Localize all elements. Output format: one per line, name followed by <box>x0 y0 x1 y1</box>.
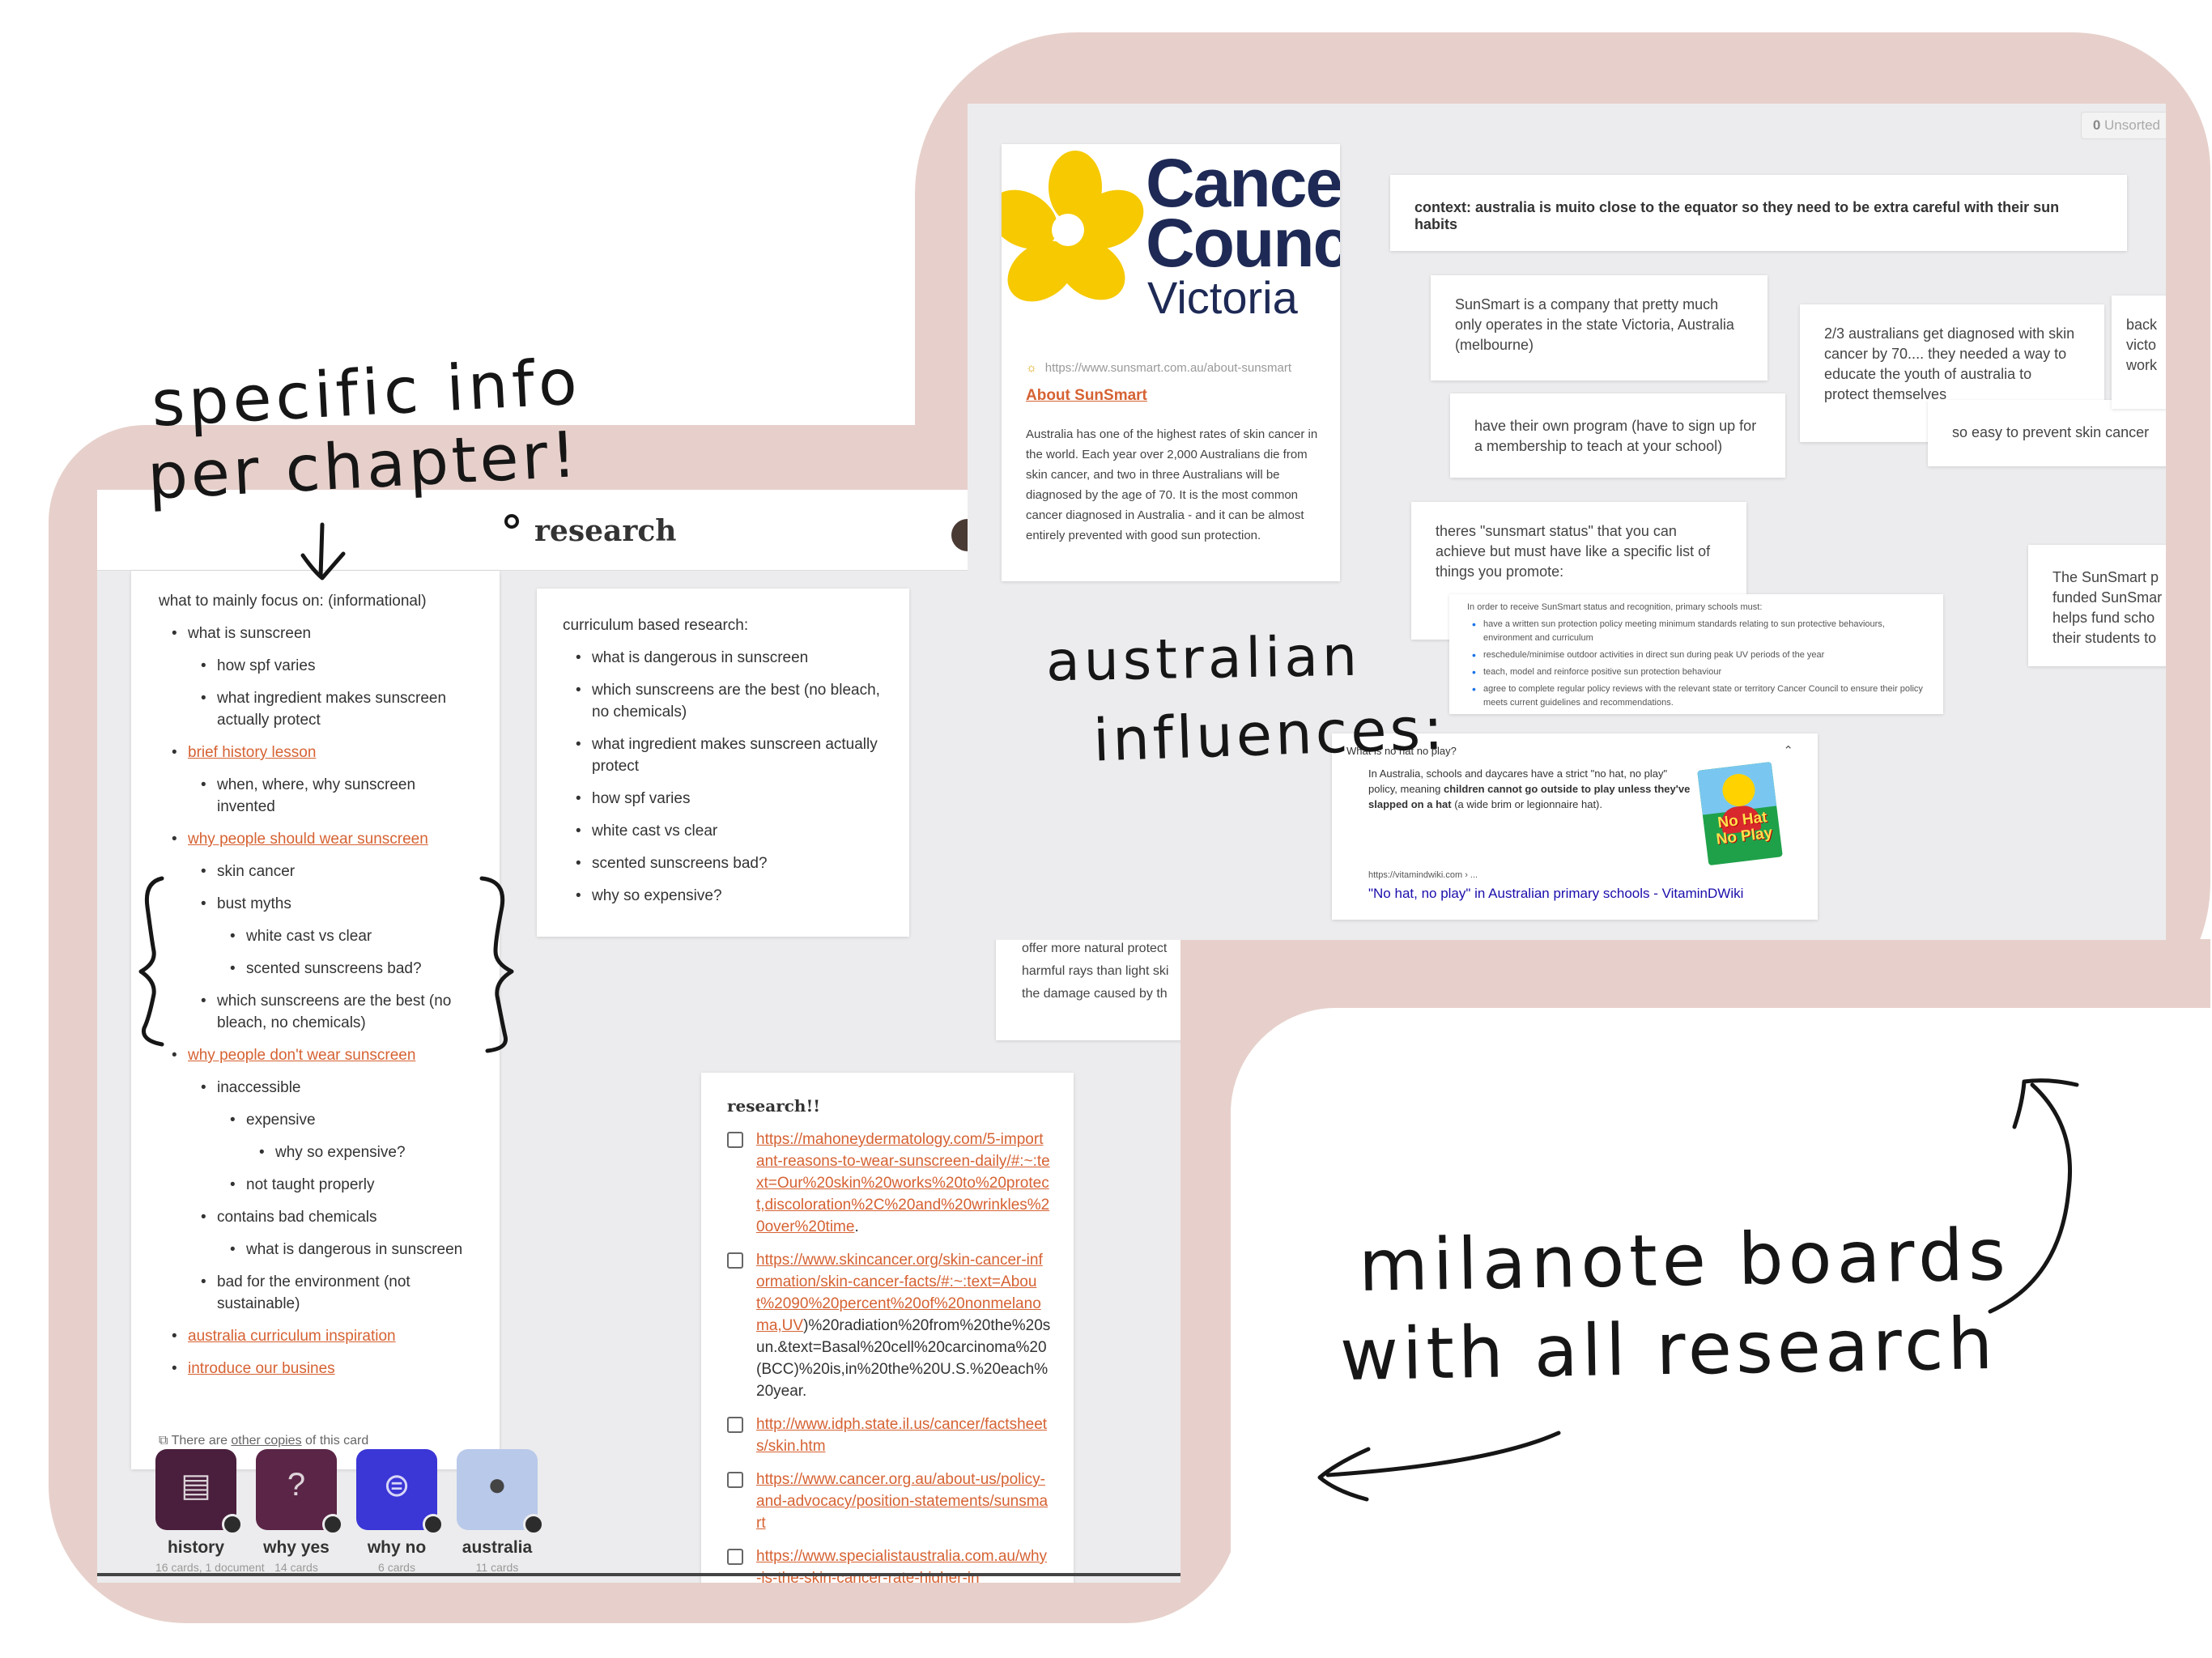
right-brace <box>479 876 514 1053</box>
up-arrow-shaft <box>1988 1082 2073 1314</box>
up-arrow-head <box>2012 1078 2079 1129</box>
down-arrow-shaft <box>318 522 325 579</box>
hand-drawn-marks <box>138 514 2079 1502</box>
left-brace <box>138 876 164 1047</box>
exclamation-dot <box>504 514 519 529</box>
